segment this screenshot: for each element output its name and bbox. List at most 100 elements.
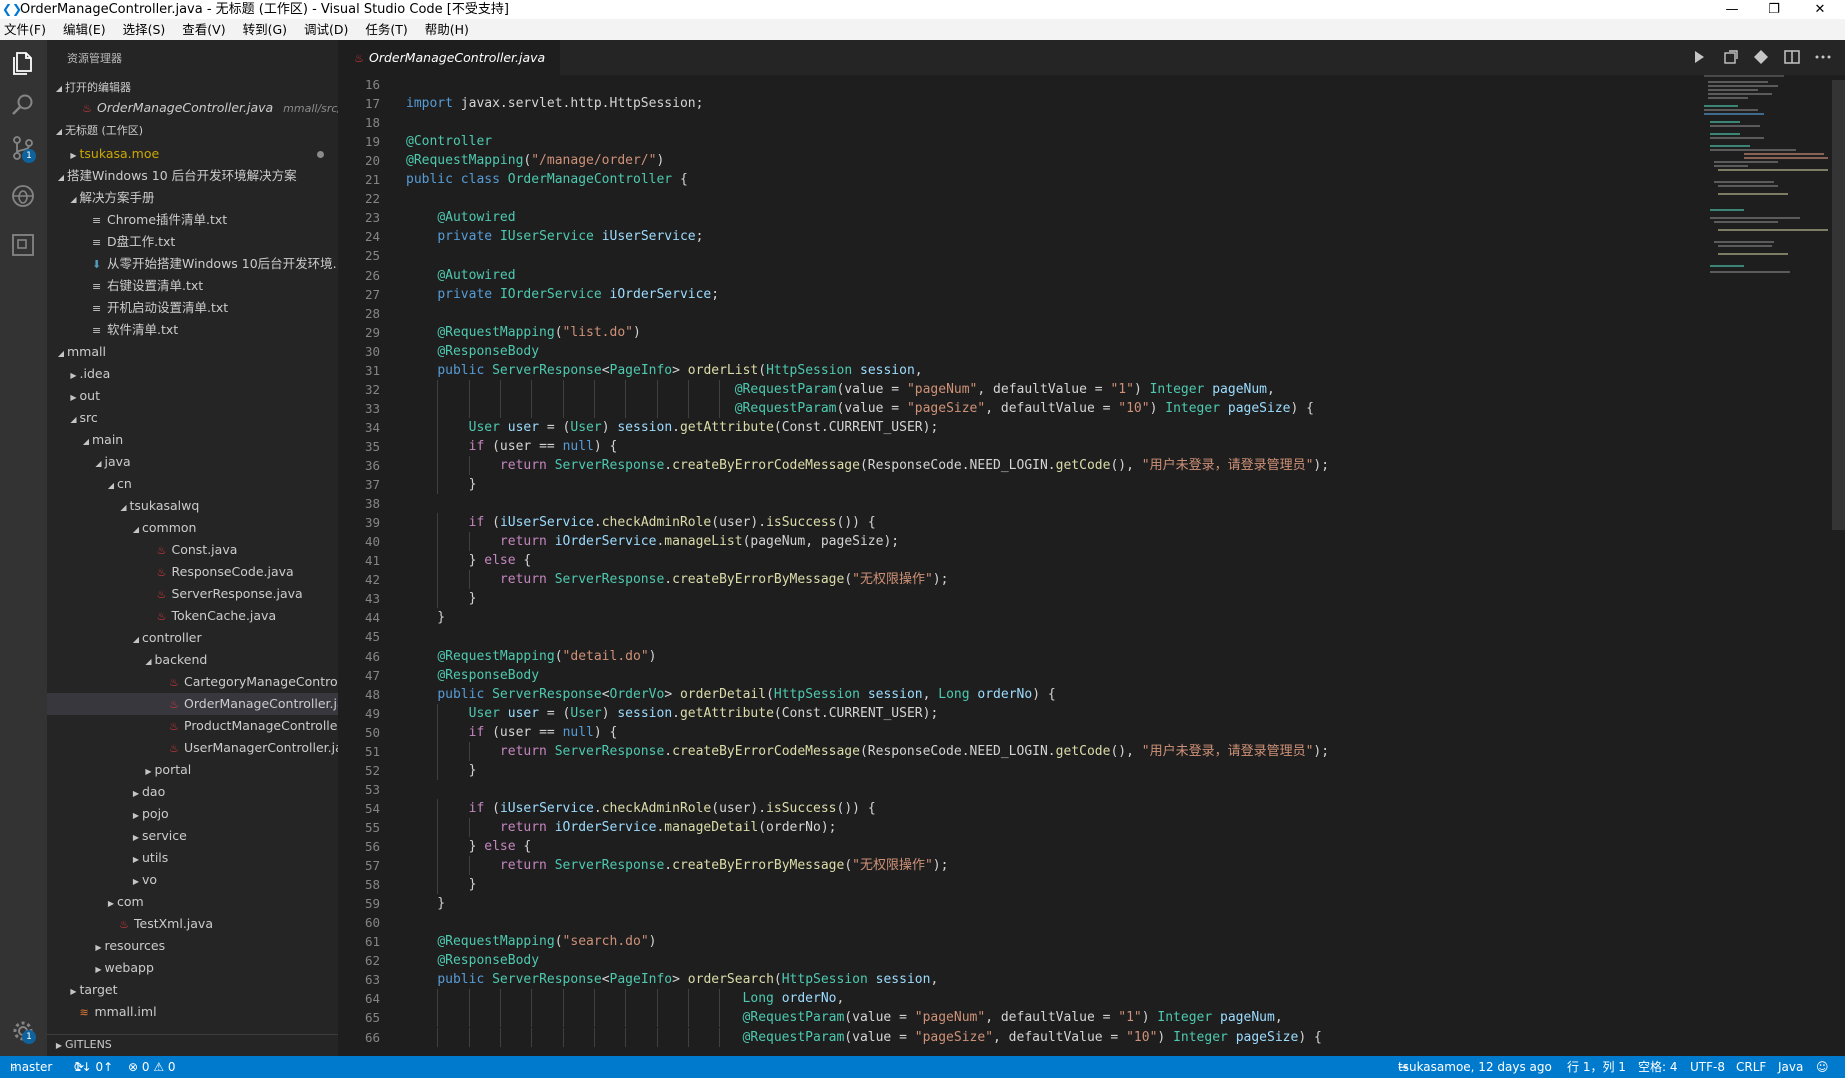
tree-item[interactable]: ▶ service [47, 825, 338, 847]
feedback-smiley-icon[interactable]: ☺ [1816, 1056, 1829, 1078]
tree-item[interactable]: ⬇ 从零开始搭建Windows 10后台开发环境... [47, 253, 338, 275]
chevron-right-icon: ▶ [107, 899, 115, 908]
code-editor[interactable]: 16 17 18 19 20 21 22 23 24 25 26 27 28 29 30 31 32 33 34 35… [338, 75, 1845, 1056]
tree-item[interactable]: ♨ OrderManageController.ja... [47, 693, 338, 715]
tree-item[interactable]: ≋ mmall.iml [47, 1001, 338, 1023]
tree-item-label: 软件清单.txt [107, 322, 179, 337]
tab-order-manage-controller[interactable]: ♨OrderManageController.java ✕ [338, 40, 560, 101]
menu-view[interactable]: 查看(V) [182, 22, 225, 37]
menu-go[interactable]: 转到(G) [243, 22, 287, 37]
workspace-section[interactable]: ◢ 无标题 (工作区) [47, 121, 338, 141]
tree-item[interactable]: ◢ 解决方案手册 [47, 187, 338, 209]
extensions-icon[interactable] [8, 230, 38, 260]
menu-tasks[interactable]: 任务(T) [365, 22, 407, 37]
tree-item-label: TestXml.java [134, 916, 213, 931]
line-number: 21 [364, 172, 380, 188]
tree-item[interactable]: ▶ tsukasa.moe [47, 143, 338, 165]
chevron-down-icon: ◢ [70, 415, 77, 424]
code-line: } [406, 896, 446, 912]
tree-item-label: main [92, 432, 124, 447]
tree-item[interactable]: ▶ resources [47, 935, 338, 957]
tree-item[interactable]: ◢ backend [47, 649, 338, 671]
tree-item[interactable]: ♨ ProductManageController.... [47, 715, 338, 737]
cursor-position-item[interactable]: 行 1，列 1 [1567, 1056, 1626, 1078]
line-number: 35 [364, 438, 380, 454]
split-editor-icon[interactable] [1783, 48, 1801, 70]
tree-item[interactable]: ♨ ResponseCode.java [47, 561, 338, 583]
tree-item[interactable]: ♨ TokenCache.java [47, 605, 338, 627]
line-number: 18 [364, 115, 380, 131]
tree-item[interactable]: ◢ controller [47, 627, 338, 649]
tree-item[interactable]: ▶ out [47, 385, 338, 407]
run-icon[interactable] [1690, 48, 1708, 70]
eol-item[interactable]: CRLF [1736, 1056, 1766, 1078]
menu-edit[interactable]: 编辑(E) [63, 22, 106, 37]
close-window-button[interactable]: ✕ [1800, 0, 1840, 19]
open-editor-item[interactable]: ♨OrderManageController.java mmall/src/..… [47, 97, 338, 119]
line-number: 31 [364, 362, 380, 378]
gitlens-section[interactable]: ▶ GITLENS [47, 1034, 338, 1055]
tree-item[interactable]: ▶ .idea [47, 363, 338, 385]
tree-item-label: Const.java [171, 542, 238, 557]
tree-item[interactable]: ◢ mmall [47, 341, 338, 363]
tree-item[interactable]: ▶ utils [47, 847, 338, 869]
tree-item[interactable]: ≡ 开机启动设置清单.txt [47, 297, 338, 319]
menu-help[interactable]: 帮助(H) [425, 22, 469, 37]
chevron-right-icon: ▶ [132, 855, 140, 864]
language-mode-item[interactable]: Java [1778, 1056, 1803, 1078]
tree-item[interactable]: ♨ ServerResponse.java [47, 583, 338, 605]
tree-item[interactable]: ♨ CartegoryManageControll... [47, 671, 338, 693]
open-editors-section[interactable]: ◢ 打开的编辑器 [47, 78, 338, 98]
tree-item[interactable]: ◢ main [47, 429, 338, 451]
git-compare-icon[interactable] [1752, 48, 1770, 70]
tree-item[interactable]: ▶ vo [47, 869, 338, 891]
tree-item[interactable]: ◢ common [47, 517, 338, 539]
tree-item[interactable]: ◢ src [47, 407, 338, 429]
code-line: } else { [406, 839, 532, 854]
code-line: public ServerResponse<PageInfo> orderSea… [437, 972, 939, 988]
tree-item[interactable]: ▶ portal [47, 759, 338, 781]
tree-item-label: tsukasa.moe [79, 146, 160, 161]
menu-file[interactable]: 文件(F) [4, 22, 46, 37]
tree-item[interactable]: ▶ target [47, 979, 338, 1001]
tree-item[interactable]: ♨ TestXml.java [47, 913, 338, 935]
indentation-item[interactable]: 空格: 4 [1638, 1056, 1678, 1078]
tree-item[interactable]: ▶ com [47, 891, 338, 913]
tree-item[interactable]: ◢ cn [47, 473, 338, 495]
open-changes-icon[interactable] [1722, 48, 1740, 70]
chevron-right-icon: ▶ [132, 877, 140, 886]
more-actions-icon[interactable] [1814, 48, 1832, 70]
menu-selection[interactable]: 选择(S) [123, 22, 166, 37]
scrollbar-thumb[interactable] [1832, 80, 1845, 530]
line-number: 33 [364, 400, 380, 416]
tree-item[interactable]: ♨ Const.java [47, 539, 338, 561]
settings-gear-icon[interactable]: 1 [8, 1016, 38, 1046]
tree-item[interactable]: ♨ UserManagerController.java [47, 737, 338, 759]
tree-item[interactable]: ▶ webapp [47, 957, 338, 979]
tree-item[interactable]: ≡ Chrome插件清单.txt [47, 209, 338, 231]
encoding-item[interactable]: UTF-8 [1690, 1056, 1725, 1078]
menu-debug[interactable]: 调试(D) [304, 22, 348, 37]
tree-item-label: 开机启动设置清单.txt [107, 300, 229, 315]
tree-item[interactable]: ◢ java [47, 451, 338, 473]
tree-item[interactable]: ▶ pojo [47, 803, 338, 825]
code-line: if (user == null) { [468, 438, 618, 454]
tree-item[interactable]: ≡ 软件清单.txt [47, 319, 338, 341]
tree-item[interactable]: ≡ D盘工作.txt [47, 231, 338, 253]
code-line: if (iUserService.checkAdminRole(user).is… [468, 515, 876, 531]
source-control-icon[interactable]: 1 [8, 133, 38, 163]
tree-item-label: controller [142, 630, 202, 645]
debug-icon[interactable] [8, 181, 38, 211]
explorer-icon[interactable] [8, 48, 38, 78]
problems-item[interactable]: ⊗ 0 ⚠ 0 [128, 1056, 176, 1078]
search-icon[interactable] [8, 90, 38, 120]
minimap[interactable] [1704, 75, 1832, 275]
line-number: 53 [364, 781, 380, 797]
tree-item[interactable]: ≡ 右键设置清单.txt [47, 275, 338, 297]
tree-item[interactable]: ◢ tsukasalwq [47, 495, 338, 517]
tree-item-label: 右键设置清单.txt [107, 278, 204, 293]
restore-button[interactable]: ❐ [1754, 0, 1794, 19]
minimize-button[interactable]: — [1712, 0, 1752, 19]
tree-item[interactable]: ▶ dao [47, 781, 338, 803]
tree-item[interactable]: ◢ 搭建Windows 10 后台开发环境解决方案 [47, 165, 338, 187]
